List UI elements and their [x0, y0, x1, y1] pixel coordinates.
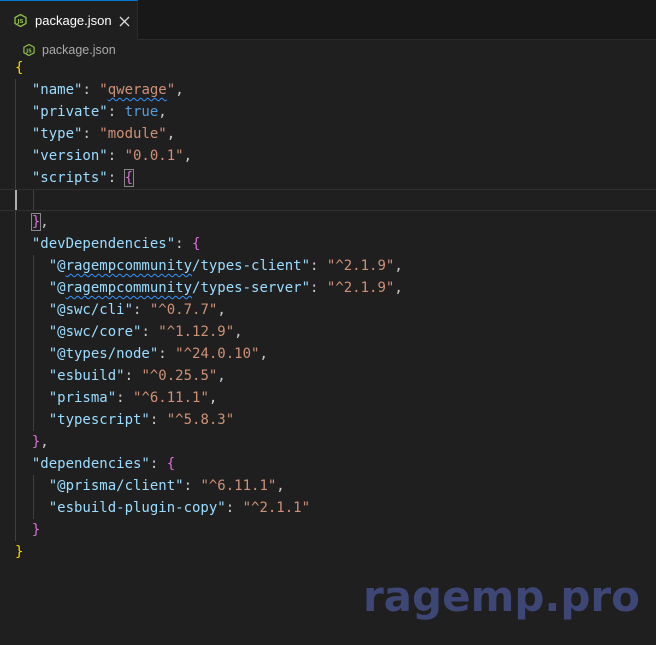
- text-cursor: [15, 190, 17, 210]
- code-line: {: [15, 60, 24, 76]
- code-line: },: [31, 434, 49, 450]
- code-line: "prisma": "^6.11.1",: [48, 390, 218, 406]
- code-line: "@prisma/client": "^6.11.1",: [48, 478, 285, 494]
- spelling-error: qwerage: [107, 82, 167, 98]
- code-line: "version": "0.0.1",: [31, 148, 193, 164]
- tab-label: package.json: [35, 13, 112, 28]
- code-line: }: [15, 544, 24, 560]
- code-line: "type": "module",: [31, 126, 176, 142]
- watermark: ragemp.pro: [362, 572, 640, 621]
- tab-package-json[interactable]: JS package.json: [0, 0, 138, 40]
- code-line: "@types/node": "^24.0.10",: [48, 346, 268, 362]
- breadcrumb-file[interactable]: package.json: [42, 43, 116, 57]
- matched-bracket: {: [123, 169, 135, 187]
- code-line: "@ragempcommunity/types-server": "^2.1.9…: [48, 280, 403, 296]
- code-editor[interactable]: { "name": "qwerage", "private": true, "t…: [0, 57, 656, 645]
- svg-text:JS: JS: [16, 19, 23, 25]
- svg-text:JS: JS: [25, 48, 32, 54]
- code-line: "@swc/core": "^1.12.9",: [48, 324, 243, 340]
- js-file-icon: JS: [23, 44, 35, 56]
- code-line: },: [30, 213, 49, 231]
- spelling-error: ragempcommunity: [65, 280, 193, 296]
- code-line: "typescript": "^5.8.3": [48, 412, 235, 428]
- current-line: [0, 189, 656, 211]
- code-line: "name": "qwerage",: [31, 82, 184, 98]
- code-line: "scripts": {: [31, 169, 135, 187]
- close-icon[interactable]: [116, 13, 132, 29]
- code-line: "dependencies": {: [31, 456, 176, 472]
- code-line: "esbuild-plugin-copy": "^2.1.1": [48, 500, 311, 516]
- spelling-error: ragempcommunity: [65, 258, 193, 274]
- code-line: "@ragempcommunity/types-client": "^2.1.9…: [48, 258, 403, 274]
- js-file-icon: JS: [14, 14, 27, 27]
- code-line: }: [31, 522, 41, 538]
- code-line: "esbuild": "^0.25.5",: [48, 368, 226, 384]
- code-line: "devDependencies": {: [31, 236, 201, 252]
- editor-tab-bar: JS package.json: [0, 0, 656, 40]
- code-line: "@swc/cli": "^0.7.7",: [48, 302, 226, 318]
- code-line: "private": true,: [31, 104, 167, 120]
